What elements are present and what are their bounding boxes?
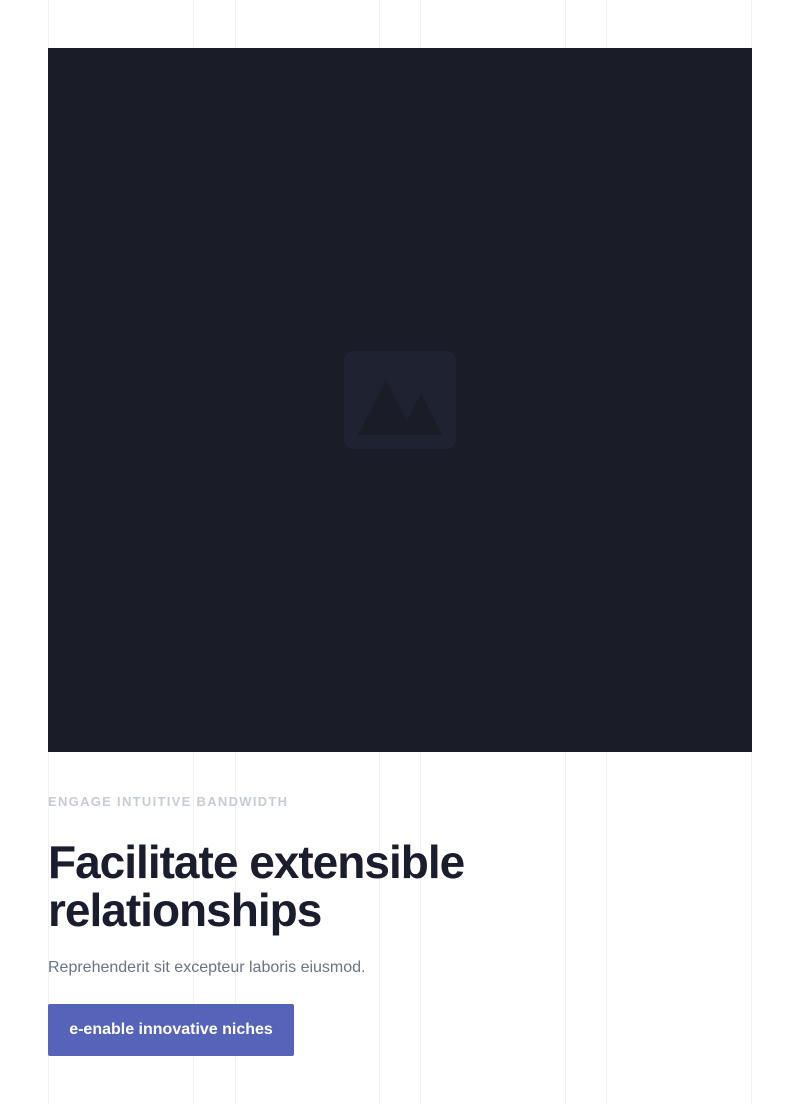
image-placeholder-icon — [344, 351, 456, 449]
cta-button[interactable]: e-enable innovative niches — [48, 1004, 294, 1056]
eyebrow-text: ENGAGE INTUITIVE BANDWIDTH — [48, 794, 289, 809]
hero-image-placeholder — [48, 48, 752, 752]
subtext: Reprehenderit sit excepteur laboris eius… — [48, 959, 366, 976]
page-title: Facilitate extensible relationships — [48, 836, 465, 936]
